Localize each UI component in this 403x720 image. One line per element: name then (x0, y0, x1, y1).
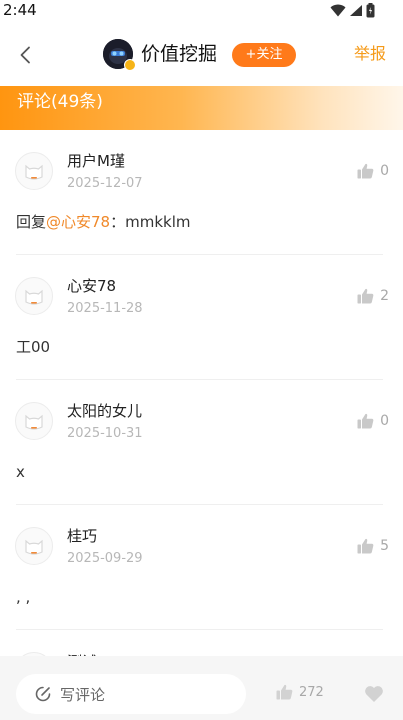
comment-item[interactable]: 太阳的女儿 2025-10-31 0 x (0, 380, 403, 505)
comment-username: 用户M瑾 (67, 152, 125, 170)
thumbs-up-icon (276, 684, 293, 700)
bottom-action-bar: 写评论 272 (0, 656, 403, 720)
comment-like-button[interactable]: 0 (357, 163, 389, 179)
report-button[interactable]: 举报 (354, 43, 386, 65)
cat-avatar-icon (25, 414, 43, 430)
comment-item[interactable]: 桂巧 2025-09-29 5 , , (0, 505, 403, 630)
comment-date: 2025-12-07 (67, 176, 143, 191)
back-button[interactable] (10, 40, 40, 70)
comment-username: 桂巧 (67, 527, 98, 545)
status-icons (330, 2, 375, 18)
chevron-left-icon (20, 46, 30, 64)
comment-body: x (16, 463, 25, 481)
post-like-button[interactable]: 272 (276, 684, 324, 700)
comment-date: 2025-10-31 (67, 426, 143, 441)
comment-username: 心安78 (67, 277, 117, 295)
nav-bar: 价值挖掘 +关注 举报 (0, 22, 403, 86)
heart-icon[interactable] (364, 685, 384, 703)
comment-like-count: 0 (380, 163, 389, 179)
cat-avatar-icon (25, 289, 43, 305)
comment-item[interactable]: 心安78 2025-11-28 2 工00 (0, 255, 403, 380)
comment-date: 2025-11-28 (67, 301, 143, 316)
comment-text: ：mmkklm (110, 213, 191, 231)
comment-like-count: 0 (380, 413, 389, 429)
edit-pencil-icon (35, 686, 51, 702)
comment-like-button[interactable]: 0 (357, 413, 389, 429)
user-avatar[interactable] (15, 152, 53, 190)
thumbs-up-icon (357, 413, 374, 429)
cat-avatar-icon (25, 539, 43, 555)
comment-like-count: 2 (380, 288, 389, 304)
comments-count-title: 评论(49条) (17, 92, 103, 112)
comment-body: 工00 (16, 338, 51, 356)
thumbs-up-icon (357, 538, 374, 554)
comment-like-count: 5 (380, 538, 389, 554)
post-like-count: 272 (299, 684, 324, 700)
comment-item[interactable]: 用户M瑾 2025-12-07 0 回复@心安78：mmkklm (0, 130, 403, 255)
status-time: 2:44 (3, 1, 37, 19)
comments-section-header: 评论(49条) (0, 86, 403, 130)
battery-icon (366, 2, 375, 17)
user-avatar[interactable] (15, 527, 53, 565)
comment-date: 2025-09-29 (67, 551, 143, 566)
comment-like-button[interactable]: 2 (357, 288, 389, 304)
verified-badge-icon (124, 59, 136, 71)
follow-button[interactable]: +关注 (232, 43, 296, 67)
wifi-icon (330, 4, 346, 16)
author-avatar[interactable] (103, 39, 136, 71)
comment-body: , , (16, 588, 31, 606)
comment-like-button[interactable]: 5 (357, 538, 389, 554)
comment-username: 太阳的女儿 (67, 402, 143, 420)
comment-item[interactable]: 测试 (0, 630, 403, 656)
thumbs-up-icon (357, 288, 374, 304)
user-avatar[interactable] (15, 402, 53, 440)
thumbs-up-icon (357, 163, 374, 179)
cellular-signal-icon (350, 4, 362, 16)
comment-input[interactable]: 写评论 (16, 674, 246, 714)
page-title: 价值挖掘 (141, 43, 218, 65)
comment-input-placeholder: 写评论 (60, 685, 106, 704)
mention-link[interactable]: @心安78 (46, 213, 110, 231)
comment-list[interactable]: 用户M瑾 2025-12-07 0 回复@心安78：mmkklm 心安78 20… (0, 130, 403, 656)
cat-avatar-icon (25, 164, 43, 180)
reply-prefix: 回复 (16, 213, 47, 231)
comment-body: 回复@心安78：mmkklm (16, 212, 191, 232)
status-bar: 2:44 (0, 0, 403, 22)
user-avatar[interactable] (15, 277, 53, 315)
